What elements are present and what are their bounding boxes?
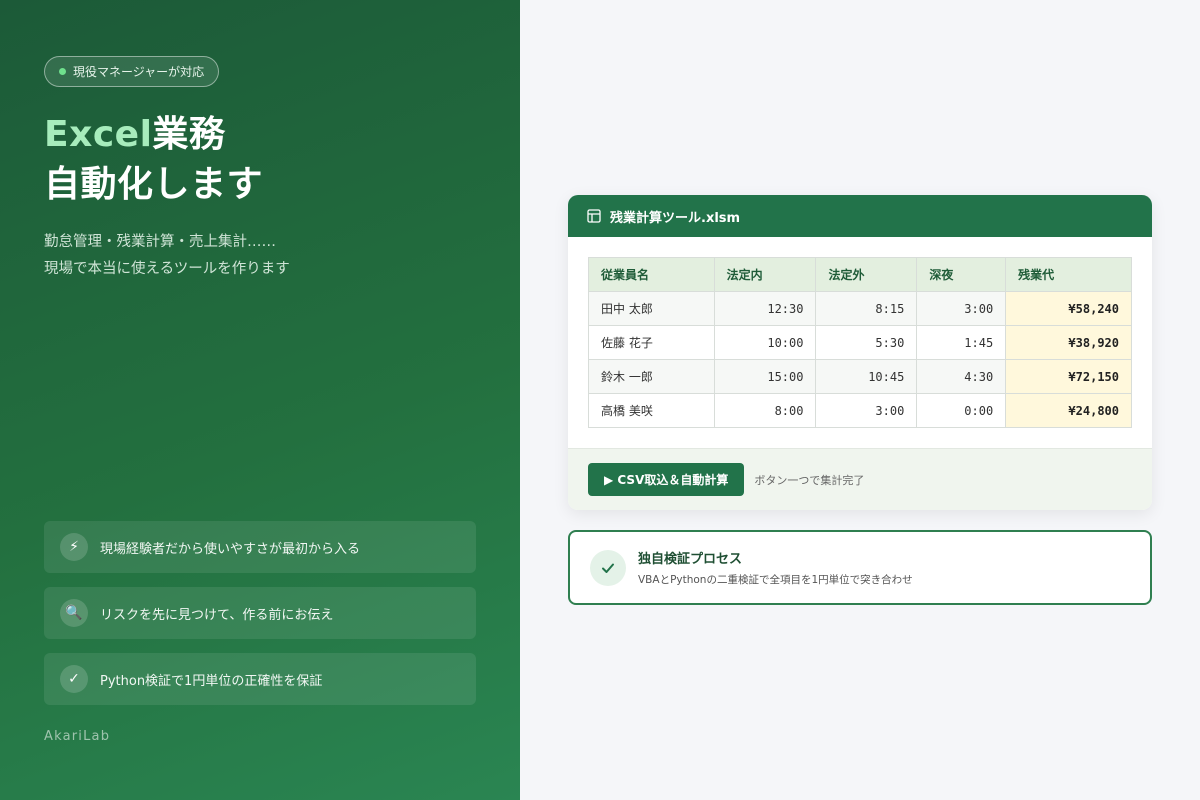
feature-list: ⚡ 現場経験者だから使いやすさが最初から入る 🔍 リスクを先に見つけて、作る前に… — [44, 521, 476, 719]
magnifier-icon: 🔍 — [60, 599, 88, 627]
spreadsheet-body: 従業員名 法定内 法定外 深夜 残業代 田中 太郎 12:30 8:15 3:0… — [568, 237, 1152, 448]
title-rest: 業務 — [152, 114, 226, 155]
cell-employee: 鈴木 一郎 — [588, 359, 715, 394]
feature-item-experience: ⚡ 現場経験者だから使いやすさが最初から入る — [44, 521, 476, 573]
cell-statutory: 8:00 — [713, 393, 817, 428]
column-header-night: 深夜 — [916, 257, 1007, 292]
spreadsheet-header: 残業計算ツール.xlsm — [568, 195, 1152, 237]
verification-text: 独自検証プロセス VBAとPythonの二重検証で全項目を1円単位で突き合わせ — [638, 548, 913, 587]
cell-statutory: 12:30 — [713, 291, 817, 326]
feature-item-risk: 🔍 リスクを先に見つけて、作る前にお伝え — [44, 587, 476, 639]
cell-overtime-pay: ¥72,150 — [1005, 359, 1132, 394]
brand-logo-text: AkariLab — [44, 729, 111, 744]
cell-non-statutory: 10:45 — [815, 359, 918, 394]
cell-overtime-pay: ¥38,920 — [1005, 325, 1132, 360]
footer-note: ボタン一つで集計完了 — [754, 473, 865, 487]
cell-non-statutory: 8:15 — [815, 291, 918, 326]
feature-item-python: ✓ Python検証で1円単位の正確性を保証 — [44, 653, 476, 705]
spreadsheet-card: 残業計算ツール.xlsm 従業員名 法定内 法定外 深夜 残業代 田中 太郎 1… — [568, 195, 1152, 510]
cell-overtime-pay: ¥58,240 — [1005, 291, 1132, 326]
cell-non-statutory: 5:30 — [815, 325, 918, 360]
verification-card: 独自検証プロセス VBAとPythonの二重検証で全項目を1円単位で突き合わせ — [568, 530, 1152, 605]
column-header-non-statutory: 法定外 — [815, 257, 918, 292]
column-header-overtime-pay: 残業代 — [1005, 257, 1132, 292]
lightning-icon: ⚡ — [60, 533, 88, 561]
title-accent: Excel — [44, 114, 153, 155]
spreadsheet-icon — [587, 209, 601, 223]
subtext-line2: 現場で本当に使えるツールを作ります — [44, 261, 290, 277]
check-icon — [602, 563, 614, 573]
cell-employee: 高橋 美咲 — [588, 393, 715, 428]
checkmark-icon: ✓ — [60, 665, 88, 693]
cell-non-statutory: 3:00 — [815, 393, 918, 428]
cell-statutory: 10:00 — [713, 325, 817, 360]
subtext-line1: 勤怠管理・残業計算・売上集計…… — [44, 234, 276, 250]
hero-subtext: 勤怠管理・残業計算・売上集計…… 現場で本当に使えるツールを作ります — [44, 229, 290, 283]
status-dot-icon — [59, 68, 66, 75]
cell-night: 4:30 — [916, 359, 1007, 394]
page-title: Excel業務 自動化します — [44, 110, 263, 210]
check-circle — [590, 549, 626, 586]
column-header-employee: 従業員名 — [588, 257, 715, 292]
table-row: 田中 太郎 12:30 8:15 3:00 ¥58,240 — [588, 291, 1132, 326]
cell-employee: 田中 太郎 — [588, 291, 715, 326]
cell-night: 1:45 — [916, 325, 1007, 360]
cell-employee: 佐藤 花子 — [588, 325, 715, 360]
table-row: 鈴木 一郎 15:00 10:45 4:30 ¥72,150 — [588, 359, 1132, 394]
manager-badge: 現役マネージャーが対応 — [44, 56, 220, 87]
table-row: 佐藤 花子 10:00 5:30 1:45 ¥38,920 — [588, 325, 1132, 360]
table-header-row: 従業員名 法定内 法定外 深夜 残業代 — [588, 257, 1132, 292]
feature-text: リスクを先に見つけて、作る前にお伝え — [100, 607, 334, 623]
cell-night: 3:00 — [916, 291, 1007, 326]
title-line2: 自動化します — [44, 164, 264, 205]
feature-text: Python検証で1円単位の正確性を保証 — [100, 673, 323, 689]
feature-text: 現場経験者だから使いやすさが最初から入る — [100, 541, 361, 557]
cell-overtime-pay: ¥24,800 — [1005, 393, 1132, 428]
csv-import-calculate-button[interactable]: ▶ CSV取込＆自動計算 — [588, 463, 745, 496]
table-row: 高橋 美咲 8:00 3:00 0:00 ¥24,800 — [588, 393, 1132, 428]
verification-title: 独自検証プロセス — [638, 552, 743, 567]
cell-statutory: 15:00 — [713, 359, 817, 394]
overtime-table: 従業員名 法定内 法定外 深夜 残業代 田中 太郎 12:30 8:15 3:0… — [588, 257, 1132, 428]
verification-description: VBAとPythonの二重検証で全項目を1円単位で突き合わせ — [638, 574, 913, 586]
hero-panel: 現役マネージャーが対応 Excel業務 自動化します 勤怠管理・残業計算・売上集… — [0, 0, 520, 800]
file-name: 残業計算ツール.xlsm — [610, 210, 741, 226]
column-header-statutory: 法定内 — [713, 257, 817, 292]
cell-night: 0:00 — [916, 393, 1007, 428]
badge-label: 現役マネージャーが対応 — [73, 65, 205, 79]
spreadsheet-footer: ▶ CSV取込＆自動計算 ボタン一つで集計完了 — [568, 448, 1152, 510]
